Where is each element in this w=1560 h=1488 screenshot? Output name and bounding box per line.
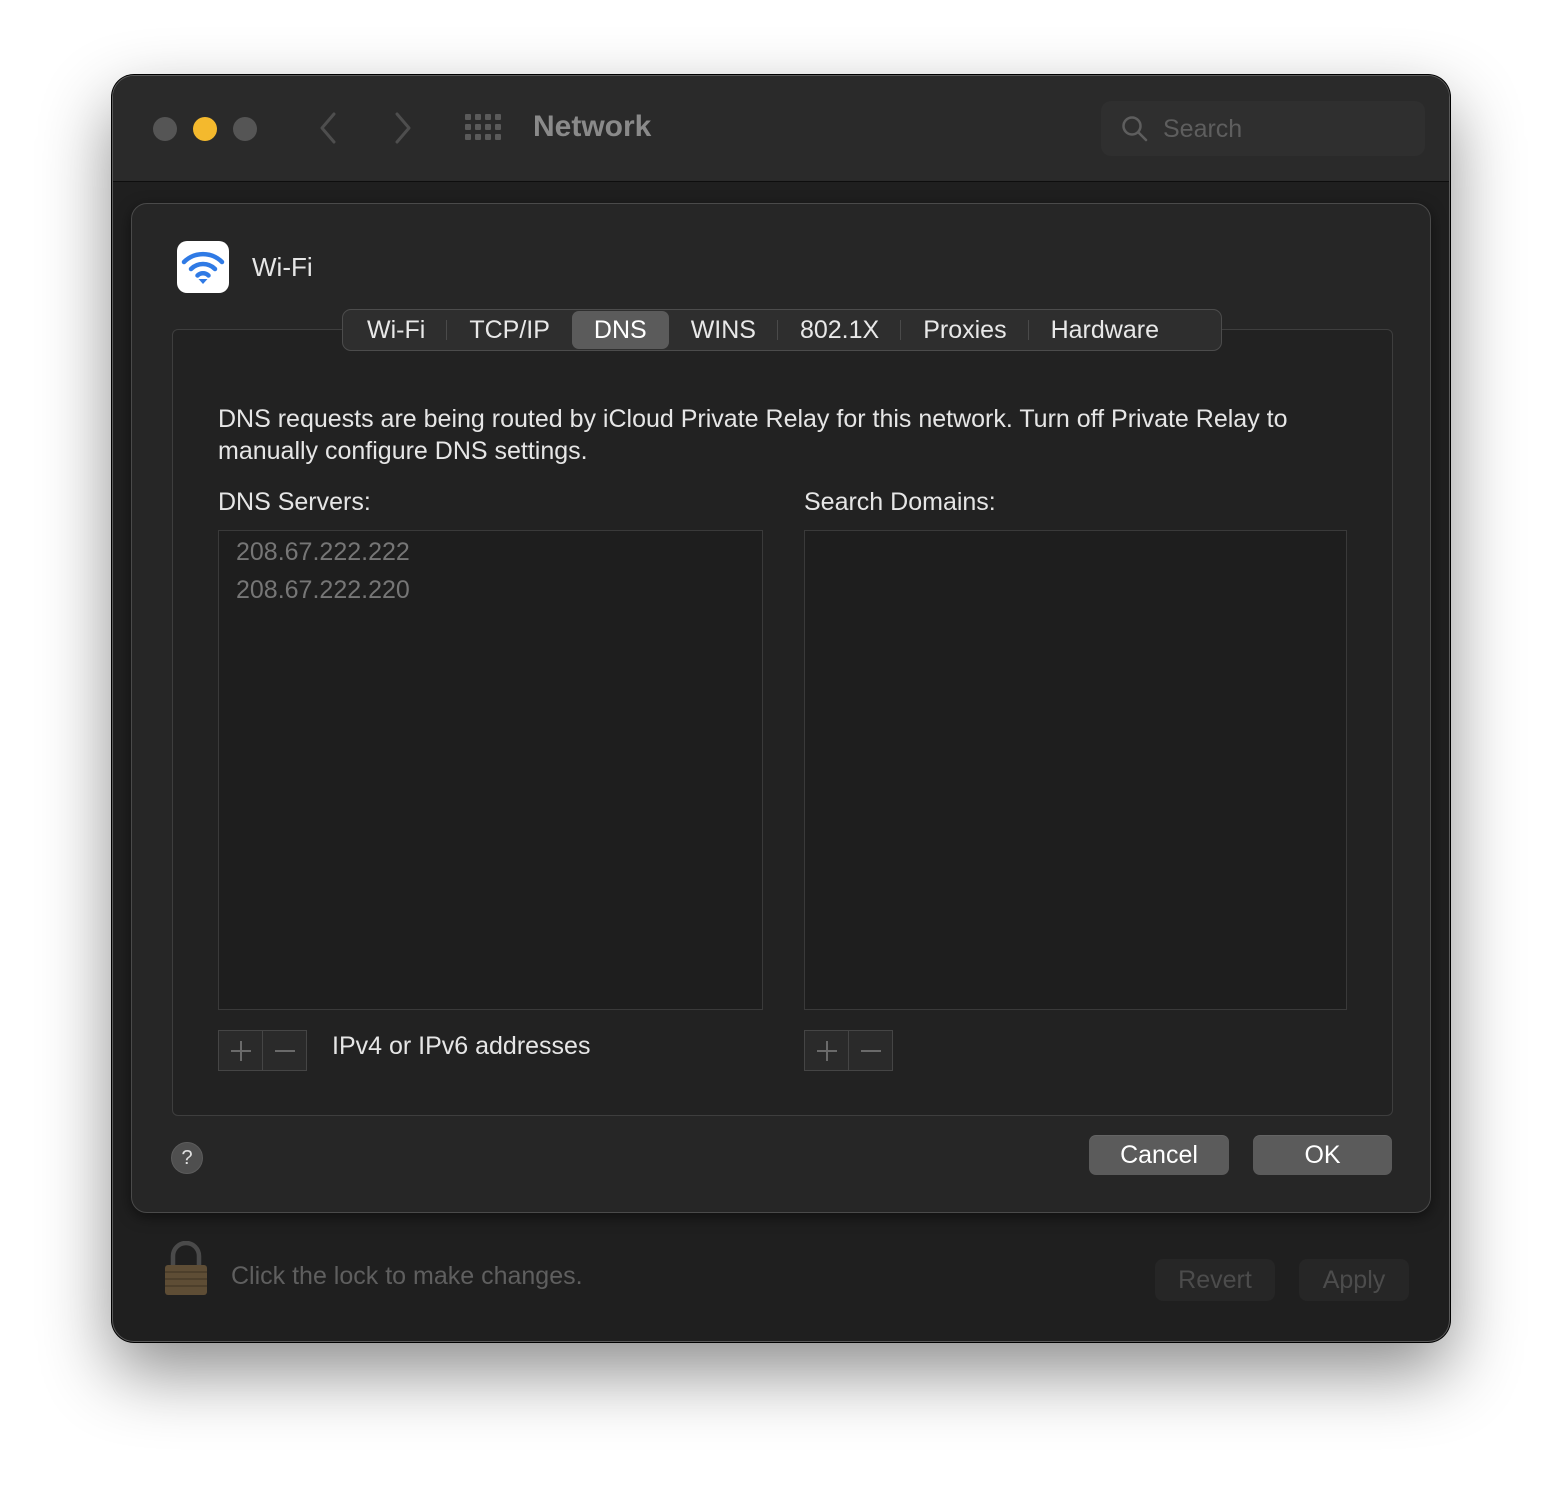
tab-wifi[interactable]: Wi-Fi — [345, 311, 448, 349]
dns-settings-sheet: Wi-Fi Wi-Fi TCP/IP DNS WINS 802.1X Proxi… — [131, 203, 1431, 1213]
dns-servers-list[interactable]: 208.67.222.222 208.67.222.220 — [218, 530, 763, 1010]
list-item[interactable]: 208.67.222.222 — [219, 533, 762, 571]
search-domains-label: Search Domains: — [804, 488, 996, 516]
title-bar: Network — [113, 76, 1449, 182]
chevron-right-icon — [395, 112, 411, 144]
segmented-tab-bar: Wi-Fi TCP/IP DNS WINS 802.1X Proxies Har… — [342, 309, 1222, 351]
window-title: Network — [533, 110, 652, 143]
wifi-interface-badge — [177, 241, 229, 293]
minimize-window-button[interactable] — [193, 117, 217, 141]
search-domains-add-remove-control — [804, 1030, 893, 1071]
search-input[interactable] — [1161, 111, 1415, 147]
ok-button[interactable]: OK — [1253, 1135, 1392, 1175]
forward-button[interactable] — [388, 106, 418, 150]
tab-dns[interactable]: DNS — [571, 311, 669, 349]
back-button[interactable] — [313, 106, 343, 150]
lock-status-text: Click the lock to make changes. — [231, 1262, 583, 1290]
cancel-button[interactable]: Cancel — [1089, 1135, 1229, 1175]
zoom-window-button[interactable] — [233, 117, 257, 141]
search-field[interactable] — [1101, 101, 1425, 156]
tab-proxies[interactable]: Proxies — [901, 311, 1029, 349]
show-all-grid-icon[interactable] — [465, 114, 501, 142]
revert-button[interactable]: Revert — [1155, 1259, 1275, 1301]
plus-icon — [230, 1040, 251, 1061]
search-domains-list[interactable] — [804, 530, 1347, 1010]
minus-icon — [274, 1049, 295, 1052]
tab-wins[interactable]: WINS — [669, 311, 779, 349]
search-icon — [1122, 116, 1148, 142]
apply-button[interactable]: Apply — [1299, 1259, 1409, 1301]
tab-tcp-ip[interactable]: TCP/IP — [447, 311, 572, 349]
remove-search-domain-button[interactable] — [849, 1031, 892, 1070]
tab-hardware[interactable]: Hardware — [1029, 311, 1181, 349]
minus-icon — [860, 1049, 881, 1052]
add-search-domain-button[interactable] — [805, 1031, 849, 1070]
remove-dns-server-button[interactable] — [263, 1031, 306, 1070]
interface-name: Wi-Fi — [252, 252, 313, 282]
address-hint: IPv4 or IPv6 addresses — [332, 1032, 591, 1060]
tab-802-1x[interactable]: 802.1X — [778, 311, 902, 349]
dns-servers-add-remove-control — [218, 1030, 307, 1071]
network-preferences-window: Network Wi-Fi Wi-Fi TCP/IP DNS WINS 8 — [112, 75, 1450, 1342]
add-dns-server-button[interactable] — [219, 1031, 263, 1070]
close-window-button[interactable] — [153, 117, 177, 141]
dns-servers-label: DNS Servers: — [218, 488, 371, 516]
help-button[interactable]: ? — [171, 1142, 203, 1174]
private-relay-notice: DNS requests are being routed by iCloud … — [218, 405, 1288, 465]
chevron-left-icon — [320, 112, 336, 144]
lock-icon[interactable] — [163, 1241, 209, 1296]
wifi-icon — [181, 251, 225, 284]
list-item[interactable]: 208.67.222.220 — [219, 571, 762, 609]
plus-icon — [816, 1040, 837, 1061]
